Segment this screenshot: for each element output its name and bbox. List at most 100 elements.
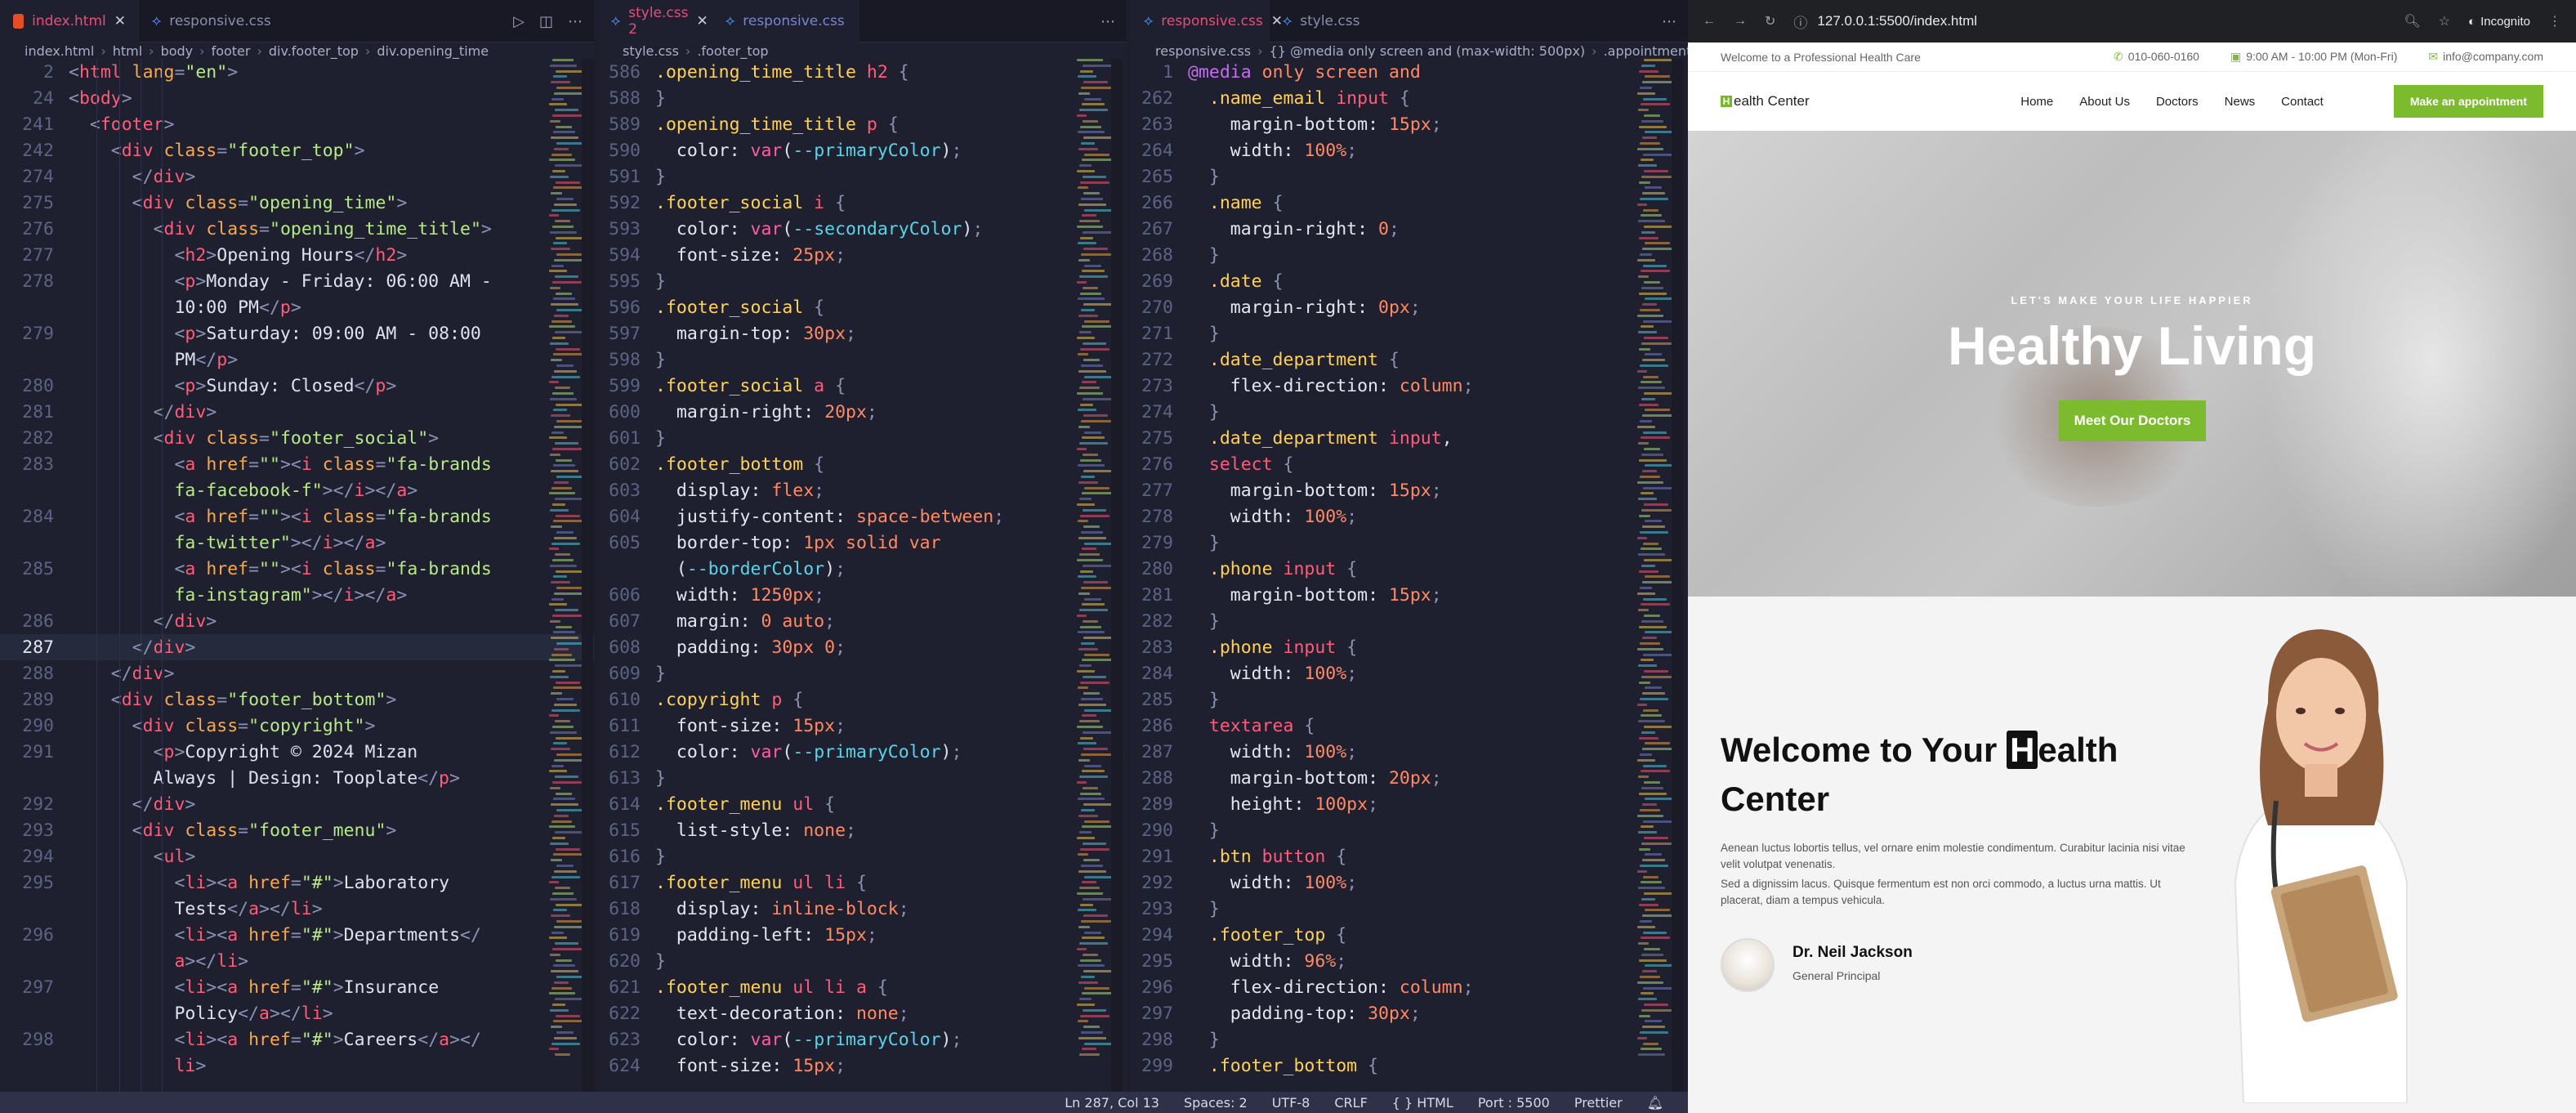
code-line[interactable]: 263 margin-bottom: 15px; — [1131, 111, 1688, 137]
cursor-position[interactable]: Ln 287, Col 13 — [1065, 1095, 1159, 1111]
code-line[interactable]: 298 <li><a href="#">Careers</a></ — [0, 1026, 594, 1053]
language-mode[interactable]: { } HTML — [1392, 1095, 1453, 1111]
code-line[interactable]: 279 <p>Saturday: 09:00 AM - 08:00 — [0, 320, 594, 346]
code-line[interactable]: 286 textarea { — [1131, 713, 1688, 739]
code-line[interactable]: 275 .date_department input, — [1131, 425, 1688, 451]
bell-icon[interactable]: 🔔︎ — [1647, 1095, 1663, 1111]
code-line[interactable]: 285 <a href=""><i class="fa-brands — [0, 556, 594, 582]
close-icon[interactable]: ✕ — [696, 13, 708, 29]
code-line[interactable]: 281 </div> — [0, 399, 594, 425]
scrollbar[interactable] — [1672, 59, 1683, 1092]
code-line[interactable]: 270 margin-right: 0px; — [1131, 294, 1688, 320]
code-line[interactable]: 288 margin-bottom: 20px; — [1131, 765, 1688, 791]
code-line[interactable]: 242 <div class="footer_top"> — [0, 137, 594, 163]
code-line[interactable]: 599 .footer_social a { — [598, 373, 1127, 399]
site-logo[interactable]: H ealth Center — [1721, 93, 1810, 110]
code-line[interactable]: 605 border-top: 1px solid var — [598, 530, 1127, 556]
code-line[interactable]: 268 } — [1131, 242, 1688, 268]
code-line[interactable]: 279 } — [1131, 530, 1688, 556]
site-info-icon[interactable]: ⓘ — [1793, 11, 1807, 32]
code-line[interactable]: 271 } — [1131, 320, 1688, 346]
code-line[interactable]: 262 .name_email input { — [1131, 85, 1688, 111]
code-line[interactable]: 620} — [598, 948, 1127, 974]
code-line[interactable]: 294 .footer_top { — [1131, 922, 1688, 948]
tab-style-css[interactable]: ⟡ style.css — [1270, 0, 1384, 42]
more-icon[interactable]: ⋯ — [568, 13, 583, 30]
search-icon[interactable]: 🔍︎ — [2404, 13, 2420, 29]
meet-doctors-button[interactable]: Meet Our Doctors — [2059, 400, 2206, 441]
code-line[interactable]: 293 <div class="footer_menu"> — [0, 817, 594, 843]
code-line[interactable]: 588} — [598, 85, 1127, 111]
code-line[interactable]: 283 <a href=""><i class="fa-brands — [0, 451, 594, 477]
url-text[interactable]: 127.0.0.1:5500/index.html — [1817, 13, 1977, 29]
code-line[interactable]: 289 <div class="footer_bottom"> — [0, 686, 594, 713]
appointment-button[interactable]: Make an appointment — [2393, 85, 2543, 118]
code-line[interactable]: 277 <h2>Opening Hours</h2> — [0, 242, 594, 268]
reload-icon[interactable]: ↻ — [1765, 13, 1775, 29]
breadcrumb-item[interactable]: responsive.css — [1155, 43, 1251, 59]
breadcrumb-item[interactable]: div.opening_time — [377, 43, 489, 59]
split-editor-icon[interactable]: ◫ — [539, 13, 553, 30]
breadcrumb-item[interactable]: .appointment — [1604, 43, 1688, 59]
code-line[interactable]: 609} — [598, 660, 1127, 686]
code-line[interactable]: 281 margin-bottom: 15px; — [1131, 582, 1688, 608]
code-line[interactable]: fa-twitter"></i></a> — [0, 530, 594, 556]
code-line[interactable]: 287 width: 100%; — [1131, 739, 1688, 765]
more-icon[interactable]: ⋯ — [1100, 13, 1115, 30]
code-line[interactable]: 267 margin-right: 0; — [1131, 216, 1688, 242]
code-line[interactable]: 289 height: 100px; — [1131, 791, 1688, 817]
code-line[interactable]: 278 <p>Monday - Friday: 06:00 AM - — [0, 268, 594, 294]
code-line[interactable]: 291 <p>Copyright © 2024 Mizan — [0, 739, 594, 765]
nav-news[interactable]: News — [2225, 95, 2256, 109]
email-info[interactable]: ✉ info@company.com — [2428, 50, 2543, 64]
code-line[interactable]: 277 margin-bottom: 15px; — [1131, 477, 1688, 503]
encoding[interactable]: UTF-8 — [1272, 1095, 1310, 1111]
code-area[interactable]: 1 @media only screen and 262 .name_email i… — [1131, 59, 1688, 1092]
code-line[interactable]: 276 select { — [1131, 451, 1688, 477]
nav-contact[interactable]: Contact — [2281, 95, 2324, 109]
code-line[interactable]: 618 display: inline-block; — [598, 896, 1127, 922]
code-line[interactable]: 295 <li><a href="#">Laboratory — [0, 869, 594, 896]
code-line[interactable]: 590 color: var(--primaryColor); — [598, 137, 1127, 163]
code-line[interactable]: 297 padding-top: 30px; — [1131, 1000, 1688, 1026]
code-line[interactable]: 282 <div class="footer_social"> — [0, 425, 594, 451]
run-icon[interactable]: ▷ — [513, 13, 525, 30]
code-line[interactable]: 594 font-size: 25px; — [598, 242, 1127, 268]
scrollbar[interactable] — [1111, 59, 1123, 1092]
code-line[interactable]: 272 .date_department { — [1131, 346, 1688, 373]
code-line[interactable]: a></li> — [0, 948, 594, 974]
code-line[interactable]: 288 </div> — [0, 660, 594, 686]
code-line[interactable]: 295 width: 96%; — [1131, 948, 1688, 974]
code-line[interactable]: 278 width: 100%; — [1131, 503, 1688, 530]
tab-index-html[interactable]: index.html ✕ — [0, 0, 139, 42]
line-ending[interactable]: CRLF — [1334, 1095, 1367, 1111]
code-line[interactable]: 274 </div> — [0, 163, 594, 190]
breadcrumb-item[interactable]: .footer_top — [697, 43, 768, 59]
tab-responsive-css[interactable]: ⟡ responsive.css — [712, 0, 859, 42]
code-line[interactable]: 614 .footer_menu ul { — [598, 791, 1127, 817]
code-line[interactable]: 275 <div class="opening_time"> — [0, 190, 594, 216]
scrollbar[interactable] — [582, 59, 593, 1092]
code-line[interactable]: 591} — [598, 163, 1127, 190]
nav-about-us[interactable]: About Us — [2079, 95, 2130, 109]
code-line[interactable]: PM</p> — [0, 346, 594, 373]
code-line[interactable]: 603 display: flex; — [598, 477, 1127, 503]
code-line[interactable]: Always | Design: Tooplate</p> — [0, 765, 594, 791]
bookmark-star-icon[interactable]: ☆ — [2439, 13, 2450, 29]
code-line[interactable]: 282 } — [1131, 608, 1688, 634]
code-line[interactable]: 586 .opening_time_title h2 { — [598, 59, 1127, 85]
code-line[interactable]: 624 font-size: 15px; — [598, 1053, 1127, 1079]
code-line[interactable]: 600 margin-right: 20px; — [598, 399, 1127, 425]
code-line[interactable]: 596 .footer_social { — [598, 294, 1127, 320]
code-line[interactable]: 269 .date { — [1131, 268, 1688, 294]
code-line[interactable]: 616} — [598, 843, 1127, 869]
code-line[interactable]: 610 .copyright p { — [598, 686, 1127, 713]
code-area[interactable]: 586 .opening_time_title h2 {588} 589 .openi… — [598, 59, 1127, 1092]
indentation[interactable]: Spaces: 2 — [1184, 1095, 1248, 1111]
code-line[interactable]: 287 </div> — [0, 634, 594, 660]
code-line[interactable]: 284 width: 100%; — [1131, 660, 1688, 686]
address-bar[interactable]: ⓘ 127.0.0.1:5500/index.html — [1793, 7, 2386, 35]
code-line[interactable]: 265 } — [1131, 163, 1688, 190]
code-line[interactable]: 597 margin-top: 30px; — [598, 320, 1127, 346]
code-line[interactable]: 619 padding-left: 15px; — [598, 922, 1127, 948]
